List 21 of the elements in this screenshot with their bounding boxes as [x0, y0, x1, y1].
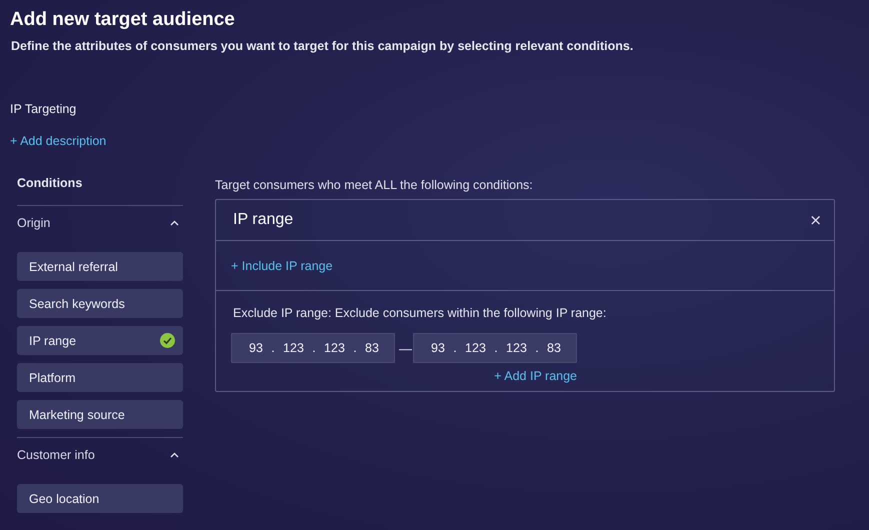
- audience-name: IP Targeting: [10, 101, 76, 117]
- add-description-link[interactable]: + Add description: [10, 133, 106, 149]
- close-button[interactable]: ×: [807, 211, 824, 229]
- condition-item[interactable]: Search keywords: [17, 289, 183, 318]
- include-ip-range-link[interactable]: + Include IP range: [231, 258, 333, 272]
- ip-address-field[interactable]: 93 . 123 . 123 . 83: [231, 333, 395, 363]
- card-title: IP range: [233, 211, 294, 229]
- ip-address-field[interactable]: 93 . 123 . 123 . 83: [413, 333, 577, 363]
- page-title: Add new target audience: [10, 8, 236, 32]
- page-description: Define the attributes of consumers you want to target for this campaign by selecting relevant conditions.: [11, 38, 634, 54]
- condition-item[interactable]: External referral: [17, 252, 183, 281]
- conditions-intro: Target consumers who meet ALL the following conditions:: [215, 177, 533, 193]
- group-header[interactable]: Customer info: [17, 438, 183, 472]
- conditions-title: Conditions: [17, 175, 82, 192]
- add-ip-range-link[interactable]: + Add IP range: [494, 369, 577, 383]
- exclude-label: Exclude IP range: Exclude consumers within the following IP range:: [233, 305, 606, 321]
- group-header[interactable]: Origin: [17, 206, 183, 240]
- condition-item[interactable]: Geo location: [17, 484, 183, 513]
- condition-item[interactable]: Platform: [17, 363, 183, 392]
- condition-item[interactable]: Marketing source: [17, 400, 183, 429]
- condition-item[interactable]: IP range: [17, 326, 183, 355]
